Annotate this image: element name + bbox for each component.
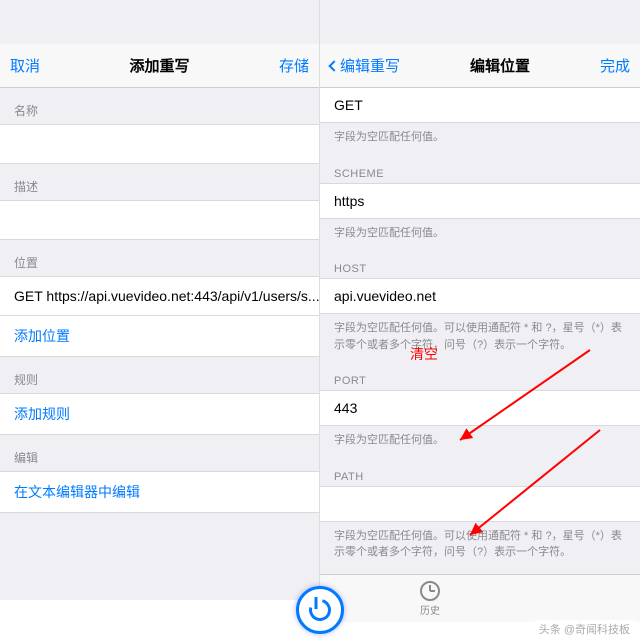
- add-rewrite-screen: 取消 添加重写 存储 名称 描述 位置 GET https://api.vuev…: [0, 0, 320, 600]
- tab-bar: 历史: [320, 574, 640, 622]
- host-input[interactable]: api.vuevideo.net: [320, 278, 640, 314]
- host-note: 字段为空匹配任何值。可以使用通配符 * 和 ?，星号（*）表示零个或者多个字符，…: [320, 314, 640, 363]
- back-label: 编辑重写: [340, 55, 400, 76]
- power-button[interactable]: [296, 586, 344, 634]
- add-location-button[interactable]: 添加位置: [0, 315, 319, 357]
- power-icon: [305, 595, 335, 625]
- cancel-button[interactable]: 取消: [10, 55, 40, 76]
- port-note: 字段为空匹配任何值。: [320, 426, 640, 459]
- host-label: HOST: [320, 251, 640, 279]
- section-name-label: 名称: [0, 88, 319, 125]
- page-title: 编辑位置: [470, 55, 530, 76]
- section-desc-label: 描述: [0, 164, 319, 201]
- nav-bar: 取消 添加重写 存储: [0, 44, 319, 88]
- location-item[interactable]: GET https://api.vuevideo.net:443/api/v1/…: [0, 276, 319, 316]
- scheme-input[interactable]: https: [320, 183, 640, 219]
- status-bar: [320, 0, 640, 22]
- chevron-left-icon: [328, 60, 339, 71]
- section-location-label: 位置: [0, 240, 319, 277]
- page-title: 添加重写: [129, 55, 189, 76]
- nav-bar: 编辑重写 编辑位置 完成: [320, 44, 640, 88]
- tab-history[interactable]: 历史: [420, 581, 440, 617]
- save-button[interactable]: 存储: [279, 55, 309, 76]
- path-note: 字段为空匹配任何值。可以使用通配符 * 和 ?，星号（*）表示零个或者多个字符，…: [320, 522, 640, 571]
- path-label: PATH: [320, 459, 640, 487]
- section-rule-label: 规则: [0, 357, 319, 394]
- method-note: 字段为空匹配任何值。: [320, 123, 640, 156]
- back-button[interactable]: 编辑重写: [330, 55, 400, 76]
- name-input[interactable]: [0, 124, 319, 164]
- tab-history-label: 历史: [420, 602, 440, 617]
- method-input[interactable]: GET: [320, 88, 640, 123]
- edit-in-text-button[interactable]: 在文本编辑器中编辑: [0, 471, 319, 513]
- edit-location-screen: 编辑重写 编辑位置 完成 GET 字段为空匹配任何值。 SCHEME https…: [320, 0, 640, 600]
- scheme-note: 字段为空匹配任何值。: [320, 219, 640, 252]
- clock-icon: [420, 581, 440, 601]
- scheme-label: SCHEME: [320, 156, 640, 184]
- path-input[interactable]: [320, 486, 640, 522]
- section-edit-label: 编辑: [0, 435, 319, 472]
- port-label: PORT: [320, 363, 640, 391]
- watermark: 头条 @奇闻科技板: [535, 620, 634, 638]
- desc-input[interactable]: [0, 200, 319, 240]
- status-bar: [0, 0, 319, 22]
- done-button[interactable]: 完成: [600, 55, 630, 76]
- add-rule-button[interactable]: 添加规则: [0, 393, 319, 435]
- port-input[interactable]: 443: [320, 390, 640, 426]
